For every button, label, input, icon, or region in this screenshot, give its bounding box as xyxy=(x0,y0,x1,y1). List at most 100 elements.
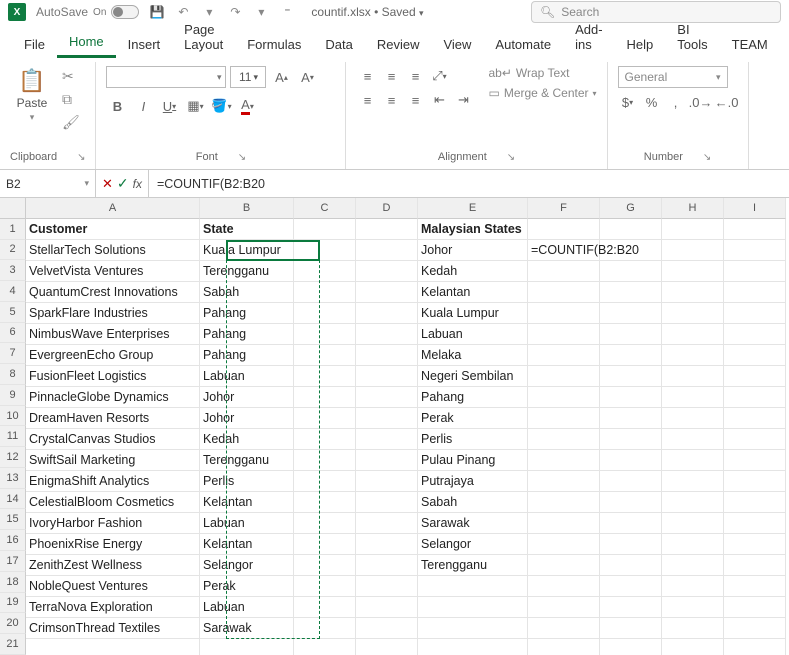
formula-input[interactable]: =COUNTIF(B2:B20 xyxy=(149,177,789,191)
cut-icon[interactable]: ✂ xyxy=(62,68,80,85)
cell[interactable] xyxy=(724,324,786,345)
cell[interactable] xyxy=(724,450,786,471)
cell[interactable] xyxy=(418,618,528,639)
cell[interactable] xyxy=(600,597,662,618)
align-middle-icon[interactable]: ≡ xyxy=(380,66,402,86)
cell[interactable] xyxy=(662,366,724,387)
cell[interactable]: EnigmaShift Analytics xyxy=(26,471,200,492)
cell[interactable]: SparkFlare Industries xyxy=(26,303,200,324)
cell[interactable] xyxy=(356,240,418,261)
cell[interactable] xyxy=(662,471,724,492)
tab-data[interactable]: Data xyxy=(313,31,364,58)
number-format-select[interactable]: General▾ xyxy=(618,66,728,88)
cell[interactable]: QuantumCrest Innovations xyxy=(26,282,200,303)
cell[interactable]: Negeri Sembilan xyxy=(418,366,528,387)
row-header[interactable]: 21 xyxy=(0,634,26,655)
cell[interactable] xyxy=(724,387,786,408)
cell[interactable]: Johor xyxy=(418,240,528,261)
cell[interactable] xyxy=(294,597,356,618)
cell[interactable] xyxy=(600,303,662,324)
cell[interactable] xyxy=(356,408,418,429)
column-header[interactable]: G xyxy=(600,198,662,219)
cell[interactable] xyxy=(662,513,724,534)
column-header[interactable]: A xyxy=(26,198,200,219)
cell[interactable] xyxy=(528,219,600,240)
cell[interactable] xyxy=(294,576,356,597)
cell[interactable] xyxy=(528,597,600,618)
increase-decimal-icon[interactable]: .0→ xyxy=(690,92,712,112)
column-header[interactable]: D xyxy=(356,198,418,219)
dialog-launcher-icon[interactable]: ↘ xyxy=(238,152,246,163)
cell[interactable] xyxy=(356,261,418,282)
font-size-select[interactable]: 11▾ xyxy=(230,66,266,88)
row-header[interactable]: 14 xyxy=(0,489,26,510)
cell[interactable] xyxy=(662,534,724,555)
spreadsheet-grid[interactable]: 123456789101112131415161718192021 ABCDEF… xyxy=(0,198,789,655)
row-header[interactable]: 9 xyxy=(0,385,26,406)
cell[interactable] xyxy=(356,471,418,492)
row-header[interactable]: 17 xyxy=(0,551,26,572)
cell[interactable]: NimbusWave Enterprises xyxy=(26,324,200,345)
cell[interactable]: Sarawak xyxy=(418,513,528,534)
cell[interactable]: Sabah xyxy=(200,282,294,303)
cell[interactable] xyxy=(356,450,418,471)
cell[interactable] xyxy=(26,639,200,655)
cell[interactable] xyxy=(528,513,600,534)
percent-icon[interactable]: % xyxy=(642,92,662,112)
cell[interactable] xyxy=(662,240,724,261)
toggle-icon[interactable] xyxy=(111,5,139,19)
row-header[interactable]: 20 xyxy=(0,613,26,634)
cell[interactable]: CrystalCanvas Studios xyxy=(26,429,200,450)
cell[interactable] xyxy=(294,492,356,513)
tab-insert[interactable]: Insert xyxy=(116,31,173,58)
copy-icon[interactable]: ⧉ xyxy=(62,91,80,108)
dialog-launcher-icon[interactable]: ↘ xyxy=(703,152,711,163)
file-name[interactable]: countif.xlsx • Saved ▾ xyxy=(311,5,423,19)
cell[interactable]: PinnacleGlobe Dynamics xyxy=(26,387,200,408)
decrease-indent-icon[interactable]: ⇤ xyxy=(428,90,450,110)
cell[interactable]: CelestialBloom Cosmetics xyxy=(26,492,200,513)
cell[interactable] xyxy=(356,576,418,597)
format-painter-icon[interactable]: 🖌 xyxy=(62,114,80,131)
font-color-icon[interactable]: A▾ xyxy=(236,96,258,116)
cell[interactable] xyxy=(662,597,724,618)
tab-bi-tools[interactable]: BI Tools xyxy=(665,16,719,58)
cell[interactable] xyxy=(528,471,600,492)
cell[interactable] xyxy=(294,240,356,261)
tab-file[interactable]: File xyxy=(12,31,57,58)
cell[interactable] xyxy=(528,639,600,655)
increase-font-icon[interactable]: A▴ xyxy=(270,67,292,87)
cell[interactable] xyxy=(200,639,294,655)
cell[interactable]: Kelantan xyxy=(200,534,294,555)
cell[interactable] xyxy=(356,429,418,450)
cell[interactable] xyxy=(528,429,600,450)
tab-help[interactable]: Help xyxy=(615,31,666,58)
cell[interactable] xyxy=(528,450,600,471)
cell[interactable] xyxy=(356,303,418,324)
cell[interactable] xyxy=(600,639,662,655)
tab-add-ins[interactable]: Add-ins xyxy=(563,16,614,58)
cell[interactable] xyxy=(528,345,600,366)
underline-button[interactable]: U▾ xyxy=(158,96,180,116)
dialog-launcher-icon[interactable]: ↘ xyxy=(507,152,515,163)
cell[interactable]: Kelantan xyxy=(418,282,528,303)
cell[interactable]: Kuala Lumpur xyxy=(418,303,528,324)
cell[interactable]: DreamHaven Resorts xyxy=(26,408,200,429)
cell[interactable] xyxy=(662,555,724,576)
cell[interactable] xyxy=(662,450,724,471)
paste-button[interactable]: 📋 Paste ▾ xyxy=(10,66,54,123)
cell[interactable] xyxy=(724,282,786,303)
decrease-decimal-icon[interactable]: ←.0 xyxy=(716,92,738,112)
cell[interactable]: Terengganu xyxy=(200,450,294,471)
cell[interactable] xyxy=(724,219,786,240)
row-header[interactable]: 11 xyxy=(0,426,26,447)
cell[interactable] xyxy=(294,450,356,471)
row-header[interactable]: 5 xyxy=(0,302,26,323)
align-right-icon[interactable]: ≡ xyxy=(404,90,426,110)
cell[interactable]: Customer xyxy=(26,219,200,240)
cell[interactable] xyxy=(528,366,600,387)
cell[interactable] xyxy=(528,618,600,639)
cell[interactable] xyxy=(418,576,528,597)
cell[interactable] xyxy=(356,282,418,303)
cell[interactable] xyxy=(662,345,724,366)
